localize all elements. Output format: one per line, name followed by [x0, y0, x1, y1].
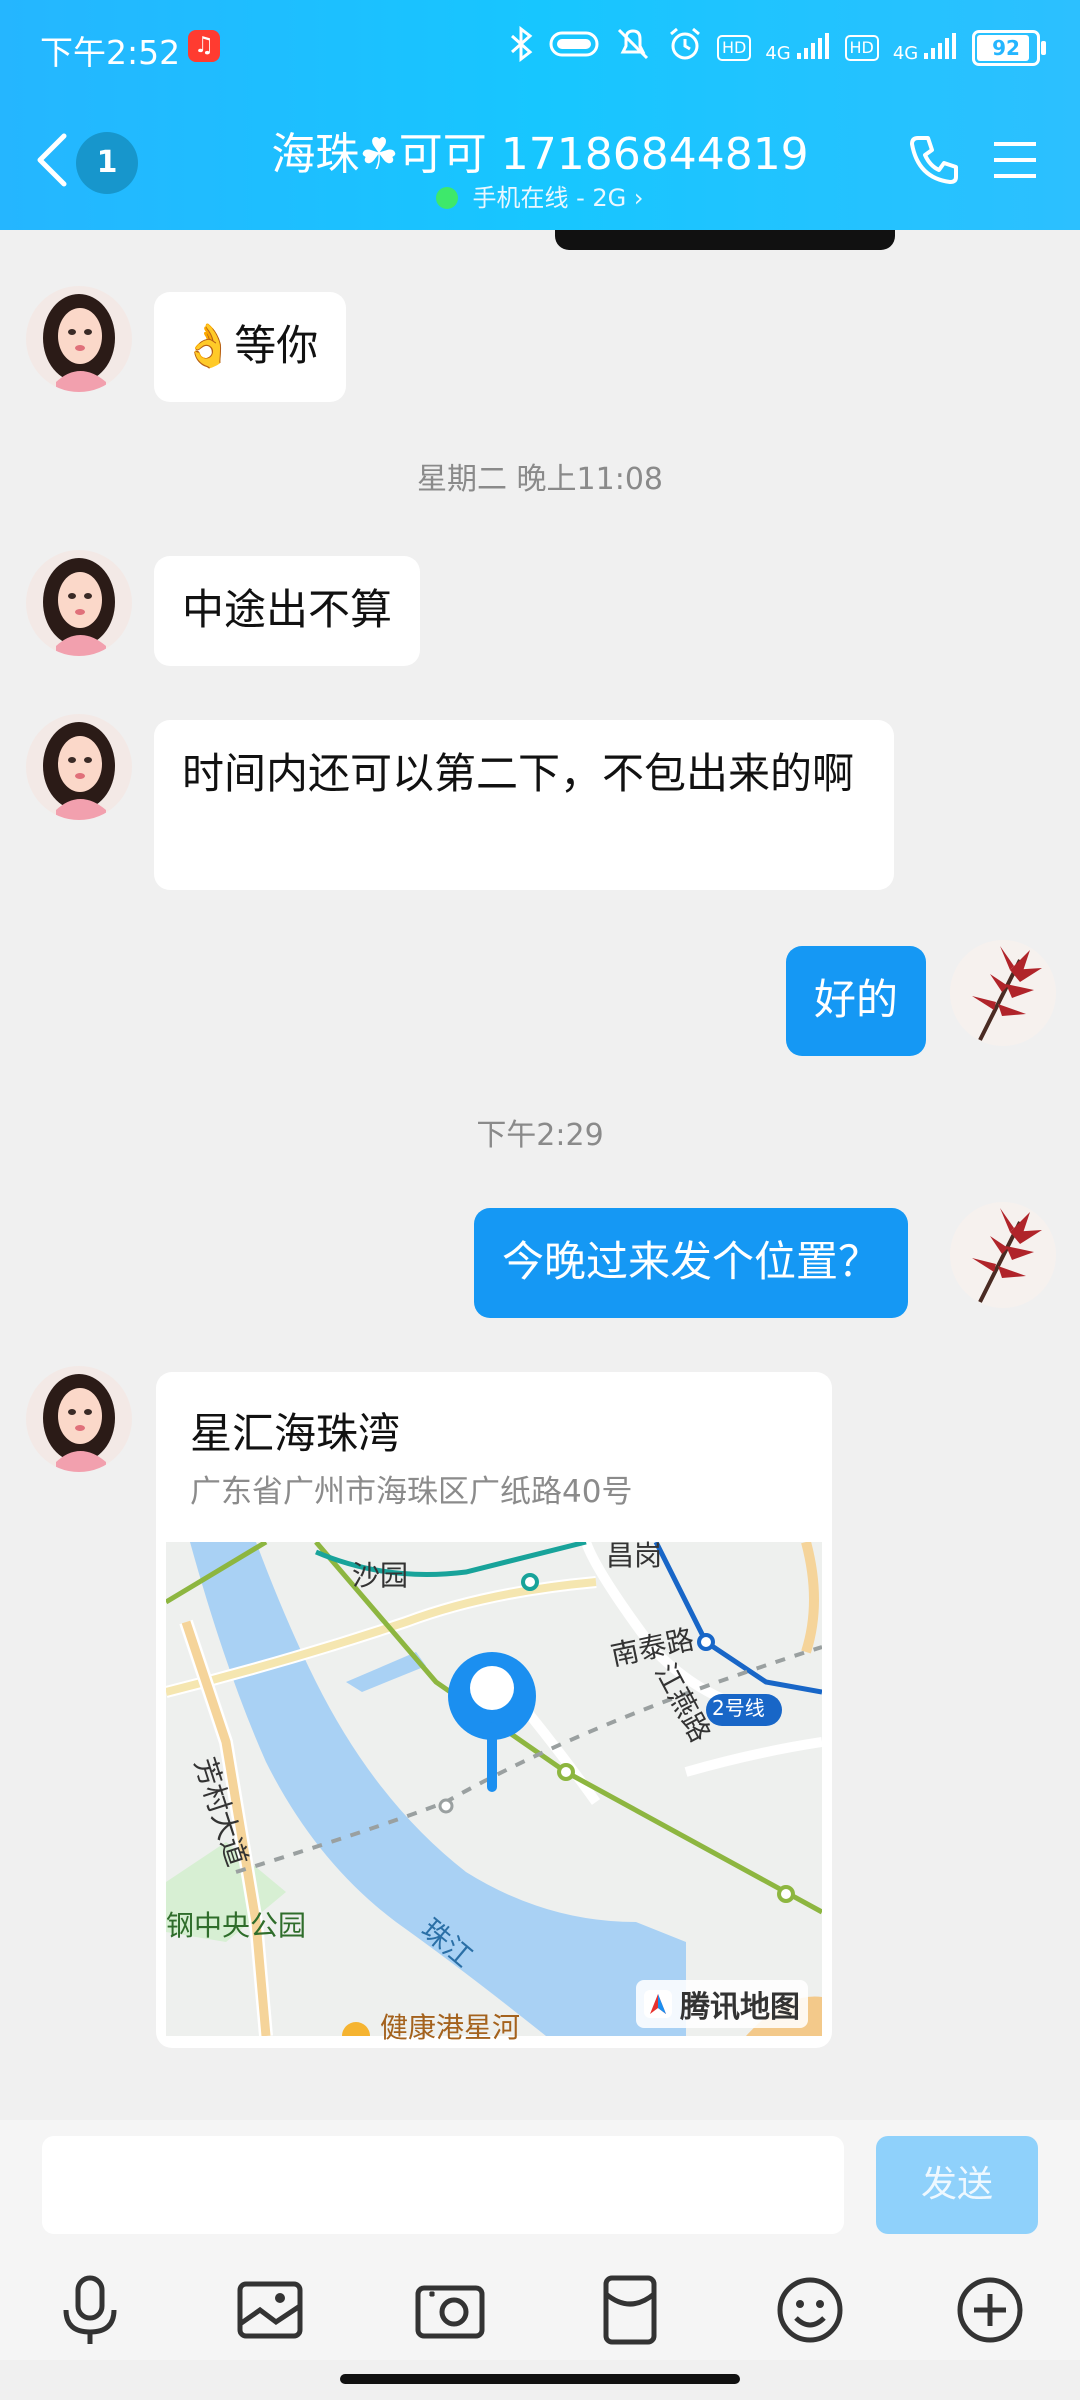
- chevron-right-icon: ›: [626, 184, 644, 212]
- map-label: 沙园: [352, 1559, 409, 1592]
- map-brand: 腾讯地图: [636, 1980, 808, 2028]
- online-status-dot: [436, 187, 459, 209]
- alarm-icon: [667, 26, 703, 70]
- message-bubble-incoming[interactable]: 👌等你: [154, 292, 347, 402]
- status-time: 下午2:52: [40, 33, 181, 72]
- chat-toolbar: [0, 2260, 1080, 2360]
- hd-badge-1: HD: [717, 35, 752, 61]
- chat-header: 下午2:52 ♫ HD 4G HD 4G 92 1 海珠☘可可 17186844…: [0, 0, 1080, 230]
- network-type-1: 4G: [765, 43, 791, 64]
- plus-icon[interactable]: [950, 2270, 1030, 2350]
- menu-icon[interactable]: [992, 140, 1038, 180]
- map-graphic: [164, 1539, 824, 2048]
- user-avatar[interactable]: [950, 1202, 1056, 1308]
- status-icons: HD 4G HD 4G 92: [509, 24, 1046, 72]
- phone-call-icon[interactable]: [906, 132, 962, 188]
- hd-badge-2: HD: [844, 35, 879, 61]
- message-input[interactable]: [42, 2136, 844, 2234]
- contact-avatar[interactable]: [26, 286, 132, 392]
- bluetooth-icon: [509, 25, 535, 70]
- location-map[interactable]: 沙园 南泰路 江燕路 2号线 芳村大道 钢中央公园 珠江 健康港星河 昌岗 腾讯…: [164, 1539, 824, 2048]
- music-app-icon: ♫: [188, 30, 220, 62]
- chat-messages[interactable]: 👌等你 星期二 晚上11:08 中途出不算 时间内还可以第二下，不包出来的啊 好…: [0, 230, 1080, 2120]
- image-icon[interactable]: [230, 2270, 310, 2350]
- message-input-bar: 发送: [0, 2120, 1080, 2260]
- home-indicator[interactable]: [340, 2374, 740, 2384]
- contact-avatar[interactable]: [26, 714, 132, 820]
- tencent-map-icon: [644, 1990, 672, 2018]
- message-bubble-outgoing[interactable]: 好的: [786, 946, 927, 1056]
- battery-icon: 92: [972, 30, 1046, 66]
- vpn-icon: [549, 29, 599, 67]
- send-button[interactable]: 发送: [876, 2136, 1038, 2234]
- map-label: 昌岗: [606, 1539, 663, 1572]
- mute-icon: [613, 26, 653, 70]
- location-address: 广东省广州市海珠区广纸路40号: [190, 1474, 633, 1510]
- message-bubble-incoming[interactable]: 时间内还可以第二下，不包出来的啊: [154, 720, 894, 890]
- message-bubble-outgoing[interactable]: 今晚过来发个位置？: [474, 1208, 909, 1318]
- contact-status-text: 手机在线 - 2G: [472, 184, 627, 212]
- signal-icon-1: 4G: [765, 33, 830, 63]
- camera-icon[interactable]: [410, 2270, 490, 2350]
- location-name: 星汇海珠湾: [190, 1409, 401, 1458]
- map-label: 钢中央公园: [166, 1909, 307, 1942]
- status-bar: 下午2:52 ♫ HD 4G HD 4G 92: [0, 0, 1080, 96]
- battery-level: 92: [992, 36, 1020, 60]
- location-message-card[interactable]: 星汇海珠湾 广东省广州市海珠区广纸路40号 沙园 南泰路 江燕路 2号线 芳村大…: [156, 1372, 832, 2048]
- message-bubble-incoming[interactable]: 中途出不算: [154, 556, 421, 666]
- previous-image-message[interactable]: [555, 230, 895, 250]
- microphone-icon[interactable]: [50, 2270, 130, 2350]
- message-timestamp: 星期二 晚上11:08: [417, 462, 663, 497]
- map-label: 2号线: [712, 1696, 765, 1720]
- map-brand-text: 腾讯地图: [680, 1990, 800, 2025]
- map-label: 健康港星河: [380, 2011, 521, 2044]
- network-type-2: 4G: [892, 43, 919, 64]
- contact-avatar[interactable]: [26, 550, 132, 656]
- message-timestamp: 下午2:29: [476, 1118, 604, 1153]
- signal-icon-2: 4G: [893, 33, 958, 63]
- red-packet-icon[interactable]: [590, 2270, 670, 2350]
- user-avatar[interactable]: [950, 940, 1056, 1046]
- emoji-icon[interactable]: [770, 2270, 850, 2350]
- contact-avatar[interactable]: [26, 1366, 132, 1472]
